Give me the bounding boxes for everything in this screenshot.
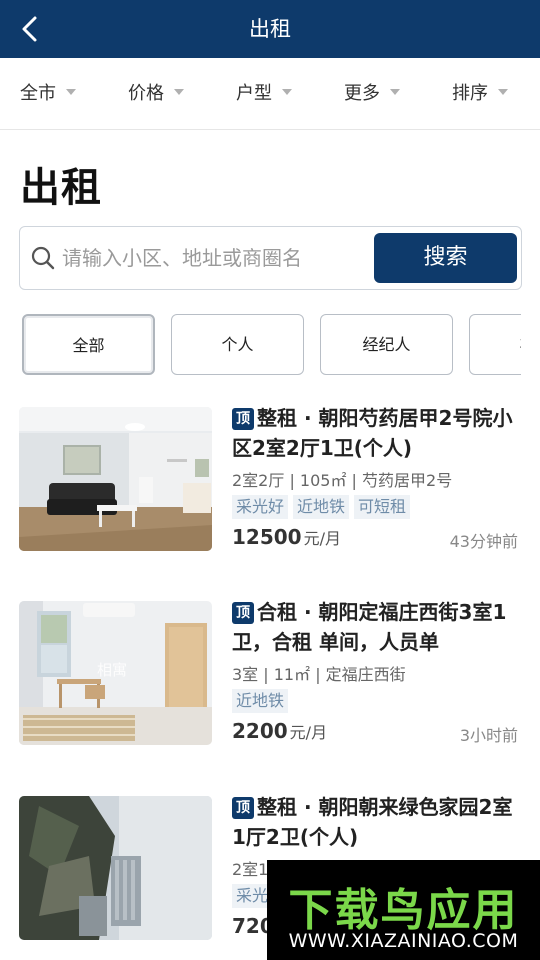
header-title: 出租 (249, 17, 291, 41)
page-title: 出租 (20, 165, 102, 211)
top-bar: 出租 (0, 0, 540, 58)
listing-tag: 可短租 (354, 495, 411, 519)
chip-individual[interactable]: 个人 (171, 314, 304, 375)
listing-time: 43分钟前 (449, 532, 518, 551)
listing-photo (19, 796, 212, 940)
filter-city[interactable]: 全市 (20, 58, 76, 130)
price-unit: 元/月 (289, 723, 328, 742)
search-box: 搜索 (19, 226, 522, 290)
listing-photo (19, 407, 212, 551)
filter-label: 排序 (452, 83, 488, 104)
listing-photo: 相寓 (19, 601, 212, 745)
listing-title-text: 整租 · 朝阳朝来绿色家园2室1厅2卫(个人) (232, 795, 513, 849)
filter-layout[interactable]: 户型 (236, 58, 292, 130)
filter-sort[interactable]: 排序 (452, 58, 508, 130)
site-watermark: 下载鸟应用 WWW.XIAZAINIAO.COM (267, 860, 540, 960)
search-icon (31, 246, 55, 270)
listing-card[interactable]: 相寓 顶合租 · 朝阳定福庄西街3室1卫，合租 单间，人员单 3室 | 11㎡ … (0, 600, 540, 751)
filter-bar: 全市 价格 户型 更多 排序 (0, 58, 540, 130)
filter-more[interactable]: 更多 (344, 58, 400, 130)
caret-down-icon (66, 89, 76, 95)
listing-price: 2200 元/月 (232, 719, 327, 743)
caret-down-icon (174, 89, 184, 95)
listing-tag: 近地铁 (293, 495, 350, 519)
listing-info: 2室2厅 | 105㎡ | 芍药居甲2号 (232, 471, 453, 490)
search-input[interactable] (62, 239, 362, 277)
caret-down-icon (282, 89, 292, 95)
price-value: 2200 (232, 719, 288, 743)
filter-label: 户型 (236, 83, 272, 104)
top-badge: 顶 (232, 408, 254, 430)
filter-label: 价格 (128, 83, 164, 104)
watermark-url: WWW.XIAZAINIAO.COM (288, 930, 519, 952)
category-chips: 全部 个人 经纪人 非中 (0, 314, 521, 376)
caret-down-icon (390, 89, 400, 95)
listing-title: 顶整租 · 朝阳芍药居甲2号院小区2室2厅1卫(个人) (232, 403, 522, 463)
listing-title-text: 合租 · 朝阳定福庄西街3室1卫，合租 单间，人员单 (232, 600, 507, 654)
listing-info: 2室1 (232, 860, 269, 879)
chip-agent[interactable]: 经纪人 (320, 314, 453, 375)
price-unit: 元/月 (303, 529, 341, 548)
top-badge: 顶 (232, 797, 254, 819)
price-value: 12500 (232, 525, 302, 549)
caret-down-icon (498, 89, 508, 95)
listing-card[interactable]: 顶整租 · 朝阳芍药居甲2号院小区2室2厅1卫(个人) 2室2厅 | 105㎡ … (0, 406, 540, 557)
filter-label: 更多 (344, 83, 380, 104)
chip-all[interactable]: 全部 (22, 314, 155, 375)
listing-tag: 近地铁 (232, 689, 289, 713)
search-button[interactable]: 搜索 (374, 233, 517, 283)
listing-price: 12500 元/月 (232, 525, 341, 549)
filter-label: 全市 (20, 83, 56, 104)
top-badge: 顶 (232, 602, 254, 624)
photo-watermark-text: 相寓 (97, 661, 127, 679)
listing-time: 3小时前 (459, 726, 518, 745)
listing-tag: 采光好 (232, 495, 289, 519)
listing-title-text: 整租 · 朝阳芍药居甲2号院小区2室2厅1卫(个人) (232, 406, 513, 460)
listing-tags: 近地铁 (232, 689, 293, 713)
listing-tag: 采光 (232, 884, 273, 908)
listing-title: 顶合租 · 朝阳定福庄西街3室1卫，合租 单间，人员单 (232, 597, 522, 657)
watermark-logo-text: 下载鸟应用 (288, 885, 519, 936)
listing-tags: 采光好 近地铁 可短租 (232, 495, 415, 519)
listing-title: 顶整租 · 朝阳朝来绿色家园2室1厅2卫(个人) (232, 792, 522, 852)
listing-info: 3室 | 11㎡ | 定福庄西街 (232, 665, 406, 684)
filter-price[interactable]: 价格 (128, 58, 184, 130)
chip-non-agent[interactable]: 非中 (469, 314, 521, 375)
